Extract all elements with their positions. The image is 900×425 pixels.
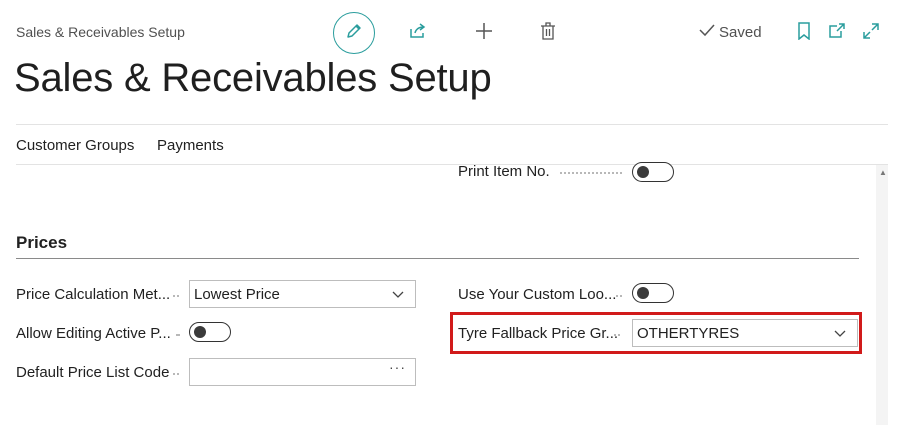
- default-price-list-code-label: Default Price List Code: [16, 364, 170, 381]
- nav-divider: [16, 164, 888, 165]
- pencil-icon: [345, 22, 363, 45]
- plus-icon: [474, 21, 494, 46]
- bookmark-button[interactable]: [791, 20, 817, 46]
- trash-icon: [539, 21, 557, 46]
- field-dots: [616, 295, 622, 297]
- expand-icon: [862, 22, 880, 45]
- assist-edit-ellipsis-icon[interactable]: ···: [389, 359, 406, 375]
- breadcrumb: Sales & Receivables Setup: [16, 24, 185, 40]
- page-title: Sales & Receivables Setup: [14, 56, 492, 100]
- checkmark-icon: [698, 23, 716, 41]
- default-price-list-code-input[interactable]: ···: [189, 358, 416, 386]
- print-item-no-toggle[interactable]: [632, 162, 674, 182]
- expand-button[interactable]: [858, 20, 884, 46]
- chevron-down-icon: [391, 287, 405, 305]
- allow-editing-active-price-label: Allow Editing Active P...: [16, 325, 171, 342]
- price-calculation-method-label: Price Calculation Met...: [16, 286, 171, 303]
- saved-label: Saved: [719, 23, 762, 41]
- allow-editing-active-price-toggle[interactable]: [189, 322, 231, 342]
- nav-item-customer-groups[interactable]: Customer Groups: [16, 137, 134, 154]
- field-dots: [614, 334, 620, 336]
- toggle-knob: [637, 287, 649, 299]
- share-icon: [408, 21, 428, 46]
- section-divider: [16, 258, 859, 259]
- open-new-window-icon: [828, 22, 846, 45]
- scroll-up-arrow-icon[interactable]: ▲: [879, 168, 887, 177]
- new-button[interactable]: [471, 20, 497, 46]
- share-button[interactable]: [405, 20, 431, 46]
- tyre-fallback-price-group-select[interactable]: OTHERTYRES: [632, 319, 858, 347]
- field-dots: [560, 172, 622, 174]
- nav-item-payments[interactable]: Payments: [157, 137, 224, 154]
- price-calculation-method-select[interactable]: Lowest Price: [189, 280, 416, 308]
- bookmark-icon: [797, 21, 811, 45]
- toggle-knob: [194, 326, 206, 338]
- use-custom-lookup-toggle[interactable]: [632, 283, 674, 303]
- saved-status: Saved: [698, 23, 762, 41]
- field-dots: [173, 373, 179, 375]
- tyre-fallback-price-group-value: OTHERTYRES: [637, 324, 740, 342]
- toggle-knob: [637, 166, 649, 178]
- price-calculation-method-value: Lowest Price: [194, 285, 280, 303]
- print-item-no-label: Print Item No.: [458, 163, 550, 180]
- use-custom-lookup-label: Use Your Custom Loo...: [458, 286, 617, 303]
- field-dots: [173, 295, 179, 297]
- delete-button[interactable]: [535, 20, 561, 46]
- open-new-window-button[interactable]: [824, 20, 850, 46]
- field-dots: [176, 334, 180, 336]
- vertical-scrollbar[interactable]: [876, 165, 888, 425]
- tyre-fallback-price-group-label: Tyre Fallback Price Gr...: [458, 325, 619, 342]
- header-divider: [16, 124, 888, 125]
- chevron-down-icon: [833, 326, 847, 344]
- section-title-prices: Prices: [16, 233, 68, 252]
- edit-button[interactable]: [333, 12, 375, 54]
